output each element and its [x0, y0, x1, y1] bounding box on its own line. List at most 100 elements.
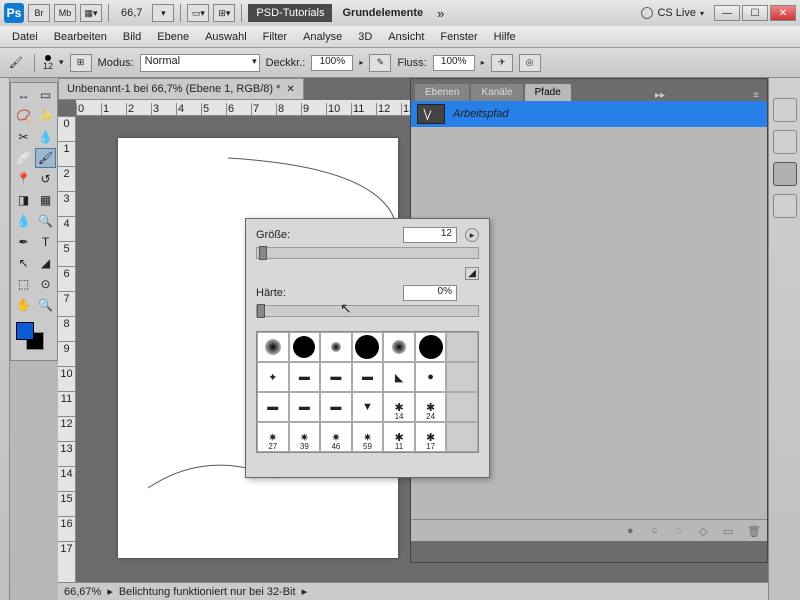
menu-filter[interactable]: Filter — [255, 26, 295, 47]
gradient-tool[interactable]: ▦ — [35, 190, 56, 210]
screen-mode-icon[interactable]: ▭▾ — [187, 4, 209, 22]
menu-analyse[interactable]: Analyse — [295, 26, 350, 47]
zoom-display[interactable]: 66,7 — [115, 7, 148, 19]
brush-preset[interactable]: ✱24 — [415, 392, 447, 422]
menu-ebene[interactable]: Ebene — [149, 26, 197, 47]
flyout-menu-icon[interactable]: ▸ — [465, 228, 479, 242]
size-input[interactable]: 12 — [403, 227, 457, 243]
app-logo[interactable]: Ps — [4, 3, 24, 23]
brush-preset[interactable] — [352, 332, 384, 362]
brush-preset[interactable]: ▬ — [320, 392, 352, 422]
flow-pressure-icon[interactable]: ◎ — [519, 54, 541, 72]
brush-preset[interactable]: ▬ — [289, 362, 321, 392]
minibridge-button[interactable]: Mb — [54, 4, 76, 22]
opacity-pressure-icon[interactable]: ✎ — [369, 54, 391, 72]
dock-color-icon[interactable] — [773, 130, 797, 154]
zoom-dropdown-icon[interactable]: ▾ — [152, 4, 174, 22]
new-path-icon[interactable]: ▭ — [723, 525, 735, 537]
3d-camera-tool[interactable]: ⊙ — [35, 274, 56, 294]
bridge-button[interactable]: Br — [28, 4, 50, 22]
marquee-tool[interactable]: ▭ — [35, 85, 56, 105]
brush-preset[interactable]: ✱14 — [383, 392, 415, 422]
menu-auswahl[interactable]: Auswahl — [197, 26, 255, 47]
panel-collapse-icon[interactable]: ▸▸ — [651, 90, 669, 101]
path-item[interactable]: Arbeitspfad — [411, 101, 767, 127]
fill-path-icon[interactable]: ● — [627, 525, 639, 537]
arrange-docs-icon[interactable]: ▦▾ — [80, 4, 102, 22]
healing-tool[interactable]: 🩹 — [13, 148, 34, 168]
load-selection-icon[interactable]: ◌ — [675, 525, 687, 537]
brush-preset[interactable] — [320, 332, 352, 362]
menu-fenster[interactable]: Fenster — [432, 26, 485, 47]
brush-preset[interactable]: ▬ — [320, 362, 352, 392]
hand-tool[interactable]: ✋ — [13, 295, 34, 315]
brush-preset[interactable]: ▼ — [352, 392, 384, 422]
airbrush-icon[interactable]: ✈ — [491, 54, 513, 72]
color-swatches[interactable] — [13, 322, 56, 358]
menu-datei[interactable]: Datei — [4, 26, 46, 47]
brush-preset[interactable] — [257, 332, 289, 362]
crop-tool[interactable]: ✂ — [13, 127, 34, 147]
ruler-vertical[interactable]: 01234567891011121314151617 — [58, 116, 76, 582]
eraser-tool[interactable]: ◨ — [13, 190, 34, 210]
brush-preset[interactable]: ✱11 — [383, 422, 415, 452]
grid-scrollbar[interactable] — [446, 362, 478, 392]
stroke-path-icon[interactable]: ○ — [651, 525, 663, 537]
view-extras-icon[interactable]: ⊞▾ — [213, 4, 235, 22]
flow-input[interactable]: 100% — [433, 55, 475, 71]
workspace-grundelemente[interactable]: Grundelemente — [336, 7, 429, 19]
document-tab[interactable]: Unbenannt-1 bei 66,7% (Ebene 1, RGB/8) *… — [58, 78, 304, 100]
move-tool[interactable]: ↔ — [13, 85, 34, 105]
close-tab-icon[interactable]: ✕ — [286, 84, 294, 95]
delete-path-icon[interactable]: 🗑 — [747, 525, 759, 537]
history-brush-tool[interactable]: ↺ — [35, 169, 56, 189]
workspace-psdtutorials[interactable]: PSD-Tutorials — [248, 4, 332, 22]
brush-preset[interactable]: ▬ — [352, 362, 384, 392]
blur-tool[interactable]: 💧 — [13, 211, 34, 231]
menu-hilfe[interactable]: Hilfe — [486, 26, 524, 47]
status-zoom[interactable]: 66,67% — [64, 586, 101, 598]
hardness-slider[interactable] — [256, 305, 479, 317]
brush-preset[interactable]: ✷39 — [289, 422, 321, 452]
brush-preset[interactable]: ✷59 — [352, 422, 384, 452]
panel-menu-icon[interactable]: ≡ — [749, 90, 763, 101]
brush-preview[interactable]: 12 — [43, 55, 53, 71]
make-workpath-icon[interactable]: ◇ — [699, 525, 711, 537]
dock-swatches-icon[interactable] — [773, 98, 797, 122]
workspace-more-icon[interactable]: » — [433, 6, 448, 21]
dodge-tool[interactable]: 🔍 — [35, 211, 56, 231]
brush-panel-icon[interactable]: ⊞ — [70, 54, 92, 72]
grid-scrollbar[interactable] — [446, 332, 478, 362]
new-preset-icon[interactable]: ◢ — [465, 267, 479, 280]
brush-preset[interactable]: ▬ — [257, 392, 289, 422]
tab-pfade[interactable]: Pfade — [525, 84, 571, 101]
close-button[interactable]: ✕ — [770, 5, 796, 21]
dock-adjustments-icon[interactable] — [773, 194, 797, 218]
menu-ansicht[interactable]: Ansicht — [380, 26, 432, 47]
grid-scrollbar[interactable] — [446, 422, 478, 452]
brush-preset[interactable]: ◣ — [383, 362, 415, 392]
minimize-button[interactable]: — — [714, 5, 740, 21]
brush-preset[interactable] — [415, 332, 447, 362]
brush-preset[interactable]: ● — [415, 362, 447, 392]
stamp-tool[interactable]: 📍 — [13, 169, 34, 189]
zoom-tool[interactable]: 🔍 — [35, 295, 56, 315]
menu-bild[interactable]: Bild — [115, 26, 149, 47]
foreground-swatch[interactable] — [16, 322, 34, 340]
tab-ebenen[interactable]: Ebenen — [415, 84, 469, 101]
grid-scrollbar[interactable] — [446, 392, 478, 422]
opacity-input[interactable]: 100% — [311, 55, 353, 71]
shape-tool[interactable]: ◢ — [35, 253, 56, 273]
brush-preset[interactable] — [289, 332, 321, 362]
type-tool[interactable]: T — [35, 232, 56, 252]
lasso-tool[interactable]: 📿 — [13, 106, 34, 126]
3d-tool[interactable]: ⬚ — [13, 274, 34, 294]
brush-preset[interactable]: ✦ — [257, 362, 289, 392]
brush-preset[interactable]: ✷27 — [257, 422, 289, 452]
maximize-button[interactable]: ☐ — [742, 5, 768, 21]
size-slider[interactable] — [256, 247, 479, 259]
pen-tool[interactable]: ✒ — [13, 232, 34, 252]
magic-wand-tool[interactable]: ✨ — [35, 106, 56, 126]
tool-preset-icon[interactable]: 🖌 — [6, 53, 26, 73]
brush-tool[interactable]: 🖌 — [35, 148, 56, 168]
